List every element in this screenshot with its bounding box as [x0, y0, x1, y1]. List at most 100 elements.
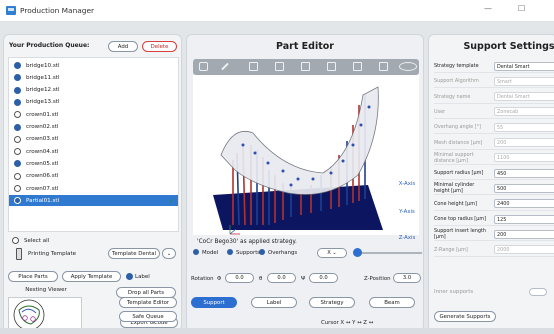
file-radio[interactable] — [14, 123, 21, 131]
apply-template-button[interactable]: Apply Template — [62, 271, 121, 282]
rotation-slider-handle[interactable] — [353, 248, 362, 257]
view-bottom-icon[interactable] — [379, 62, 388, 71]
file-radio[interactable] — [14, 111, 21, 119]
tab-strategy[interactable]: Strategy — [309, 297, 355, 308]
queue-heading: Your Production Queue: — [9, 42, 90, 49]
app-icon — [6, 6, 16, 15]
supports-radio[interactable] — [227, 249, 233, 255]
list-item[interactable]: bridge10.stl — [9, 60, 178, 71]
chevron-down-icon[interactable]: ⌄ — [162, 248, 176, 259]
list-item[interactable]: crown06.stl — [9, 171, 178, 182]
file-name: crown03.stl — [26, 136, 59, 143]
setting-input[interactable]: 2400 — [494, 199, 554, 209]
file-radio[interactable] — [14, 148, 21, 156]
edit-icon[interactable] — [221, 62, 229, 71]
view-iso-icon[interactable] — [399, 62, 417, 71]
inner-supports-toggle[interactable] — [529, 288, 547, 296]
support-settings-panel: Support Settings Strategy template Dental… — [428, 34, 554, 332]
y-axis-label[interactable]: Y-Axis — [395, 209, 419, 215]
setting-input[interactable]: 450 — [494, 168, 554, 178]
file-name: bridge10.stl — [26, 62, 60, 69]
minimize-icon[interactable]: — — [484, 4, 492, 13]
tab-beam[interactable]: Beam — [369, 297, 415, 308]
select-all-label: Select all — [24, 237, 50, 244]
setting-label: Minimal cylinder height [µm] — [434, 182, 475, 195]
list-item[interactable]: crown07.stl — [9, 183, 178, 194]
setting-label: Minimal support distance [µm] — [434, 151, 474, 164]
file-radio[interactable] — [14, 74, 21, 82]
list-item[interactable]: bridge13.stl — [9, 97, 178, 108]
file-radio[interactable] — [14, 62, 21, 69]
maximize-icon[interactable]: ☐ — [518, 4, 525, 13]
x-axis-label[interactable]: X-Axis — [395, 181, 419, 187]
file-radio[interactable] — [14, 135, 21, 143]
file-radio[interactable] — [14, 86, 21, 94]
file-radio[interactable] — [14, 185, 21, 192]
setting-input: 200 — [494, 138, 554, 147]
rotation-psi-input[interactable]: 0.0 — [309, 273, 338, 283]
add-button[interactable]: Add — [108, 41, 138, 52]
tab-label[interactable]: Label — [251, 297, 297, 308]
setting-label: Support radius [µm] — [434, 170, 484, 177]
select-all-radio[interactable] — [12, 237, 19, 244]
nesting-plate — [13, 299, 45, 331]
delete-button[interactable]: Delete — [142, 41, 177, 52]
list-item[interactable]: crown04.stl — [9, 146, 178, 157]
list-item[interactable]: crown02.stl — [9, 122, 178, 133]
rotation-label: Rotation — [191, 276, 214, 282]
file-radio[interactable] — [14, 98, 21, 106]
settings-row: Minimal cylinder height [µm] 500 — [434, 182, 554, 196]
view-left-icon[interactable] — [301, 62, 310, 71]
setting-input[interactable]: 200 — [494, 229, 554, 239]
rotation-phi-input[interactable]: 0.0 — [225, 273, 254, 283]
model-radio[interactable] — [193, 249, 199, 255]
setting-label: Strategy template — [434, 63, 479, 69]
axis-select[interactable]: X ⌄ — [317, 248, 347, 258]
view-back-icon[interactable] — [275, 62, 284, 71]
setting-input: 1100 — [494, 153, 554, 163]
settings-row: Z-Range [µm] 2000 — [434, 244, 554, 257]
safe-queue-button[interactable]: Safe Queue — [119, 311, 177, 322]
settings-row: Strategy template Dental Smart — [434, 60, 554, 73]
list-item[interactable]: bridge11.stl — [9, 72, 178, 83]
z-position-input[interactable]: 3.0 — [393, 273, 421, 283]
view-right-icon[interactable] — [327, 62, 336, 71]
rotation-slider[interactable] — [354, 252, 422, 254]
view-top-icon[interactable] — [353, 62, 362, 71]
file-radio[interactable] — [14, 160, 21, 168]
file-name: crown01.stl — [26, 111, 59, 118]
file-radio[interactable] — [14, 197, 21, 205]
setting-input[interactable]: 125 — [494, 214, 554, 224]
template-editor-button[interactable]: Template Editor — [119, 297, 177, 308]
list-item[interactable]: Partial01.stl ✓ — [9, 195, 178, 207]
3d-viewport[interactable] — [193, 75, 419, 235]
rotation-theta-input[interactable]: 0.0 — [267, 273, 296, 283]
file-radio[interactable] — [14, 172, 21, 180]
list-item[interactable]: bridge12.stl — [9, 85, 178, 96]
window-title: Production Manager — [20, 6, 95, 15]
list-item[interactable]: crown01.stl — [9, 109, 178, 120]
list-item[interactable]: crown03.stl — [9, 134, 178, 145]
setting-input[interactable]: 500 — [494, 183, 554, 193]
overhangs-radio[interactable] — [259, 249, 265, 255]
check-icon: ✓ — [169, 197, 175, 206]
list-item[interactable]: crown05.stl — [9, 158, 178, 169]
file-name: crown05.stl — [26, 160, 59, 167]
settings-row: Strategy name Dental Smart — [434, 91, 554, 104]
label-toggle[interactable] — [126, 273, 133, 280]
tab-support[interactable]: Support — [191, 297, 237, 308]
generate-supports-button[interactable]: Generate Supports — [434, 311, 496, 322]
setting-input[interactable]: Dental Smart — [494, 61, 554, 71]
select-all[interactable]: Select all — [12, 237, 49, 244]
view-toolbar — [193, 59, 419, 75]
template-select[interactable]: Template Dental — [108, 248, 160, 259]
camera-icon[interactable] — [199, 62, 208, 71]
file-name: crown02.stl — [26, 124, 59, 130]
template-icon — [16, 248, 22, 260]
view-front-icon[interactable] — [249, 62, 258, 71]
settings-row: Overhang angle [°] 55 — [434, 121, 554, 135]
z-axis-label[interactable]: Z-Axis — [395, 235, 419, 241]
place-parts-button[interactable]: Place Parts — [8, 271, 58, 282]
setting-label: Cone top radius [µm] — [434, 216, 487, 222]
phi-label: Φ — [217, 276, 222, 282]
